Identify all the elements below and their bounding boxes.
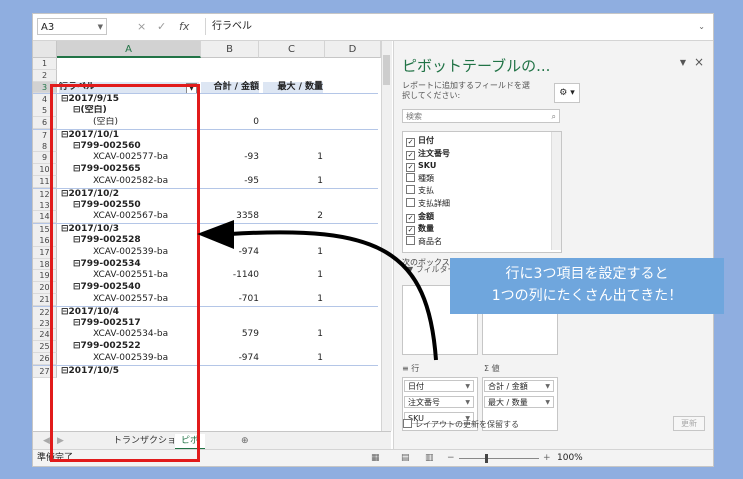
arrow-head [197, 220, 234, 249]
annotation-arrow [197, 220, 438, 361]
callout-line-2: 1つの列にたくさん出てきた！ [491, 288, 683, 304]
annotation-callout: 行に3つ項目を設定すると 1つの列にたくさん出てきた！ [450, 258, 724, 314]
callout-line-1: 行に3つ項目を設定すると [505, 266, 669, 282]
arrow-curve [229, 230, 438, 361]
